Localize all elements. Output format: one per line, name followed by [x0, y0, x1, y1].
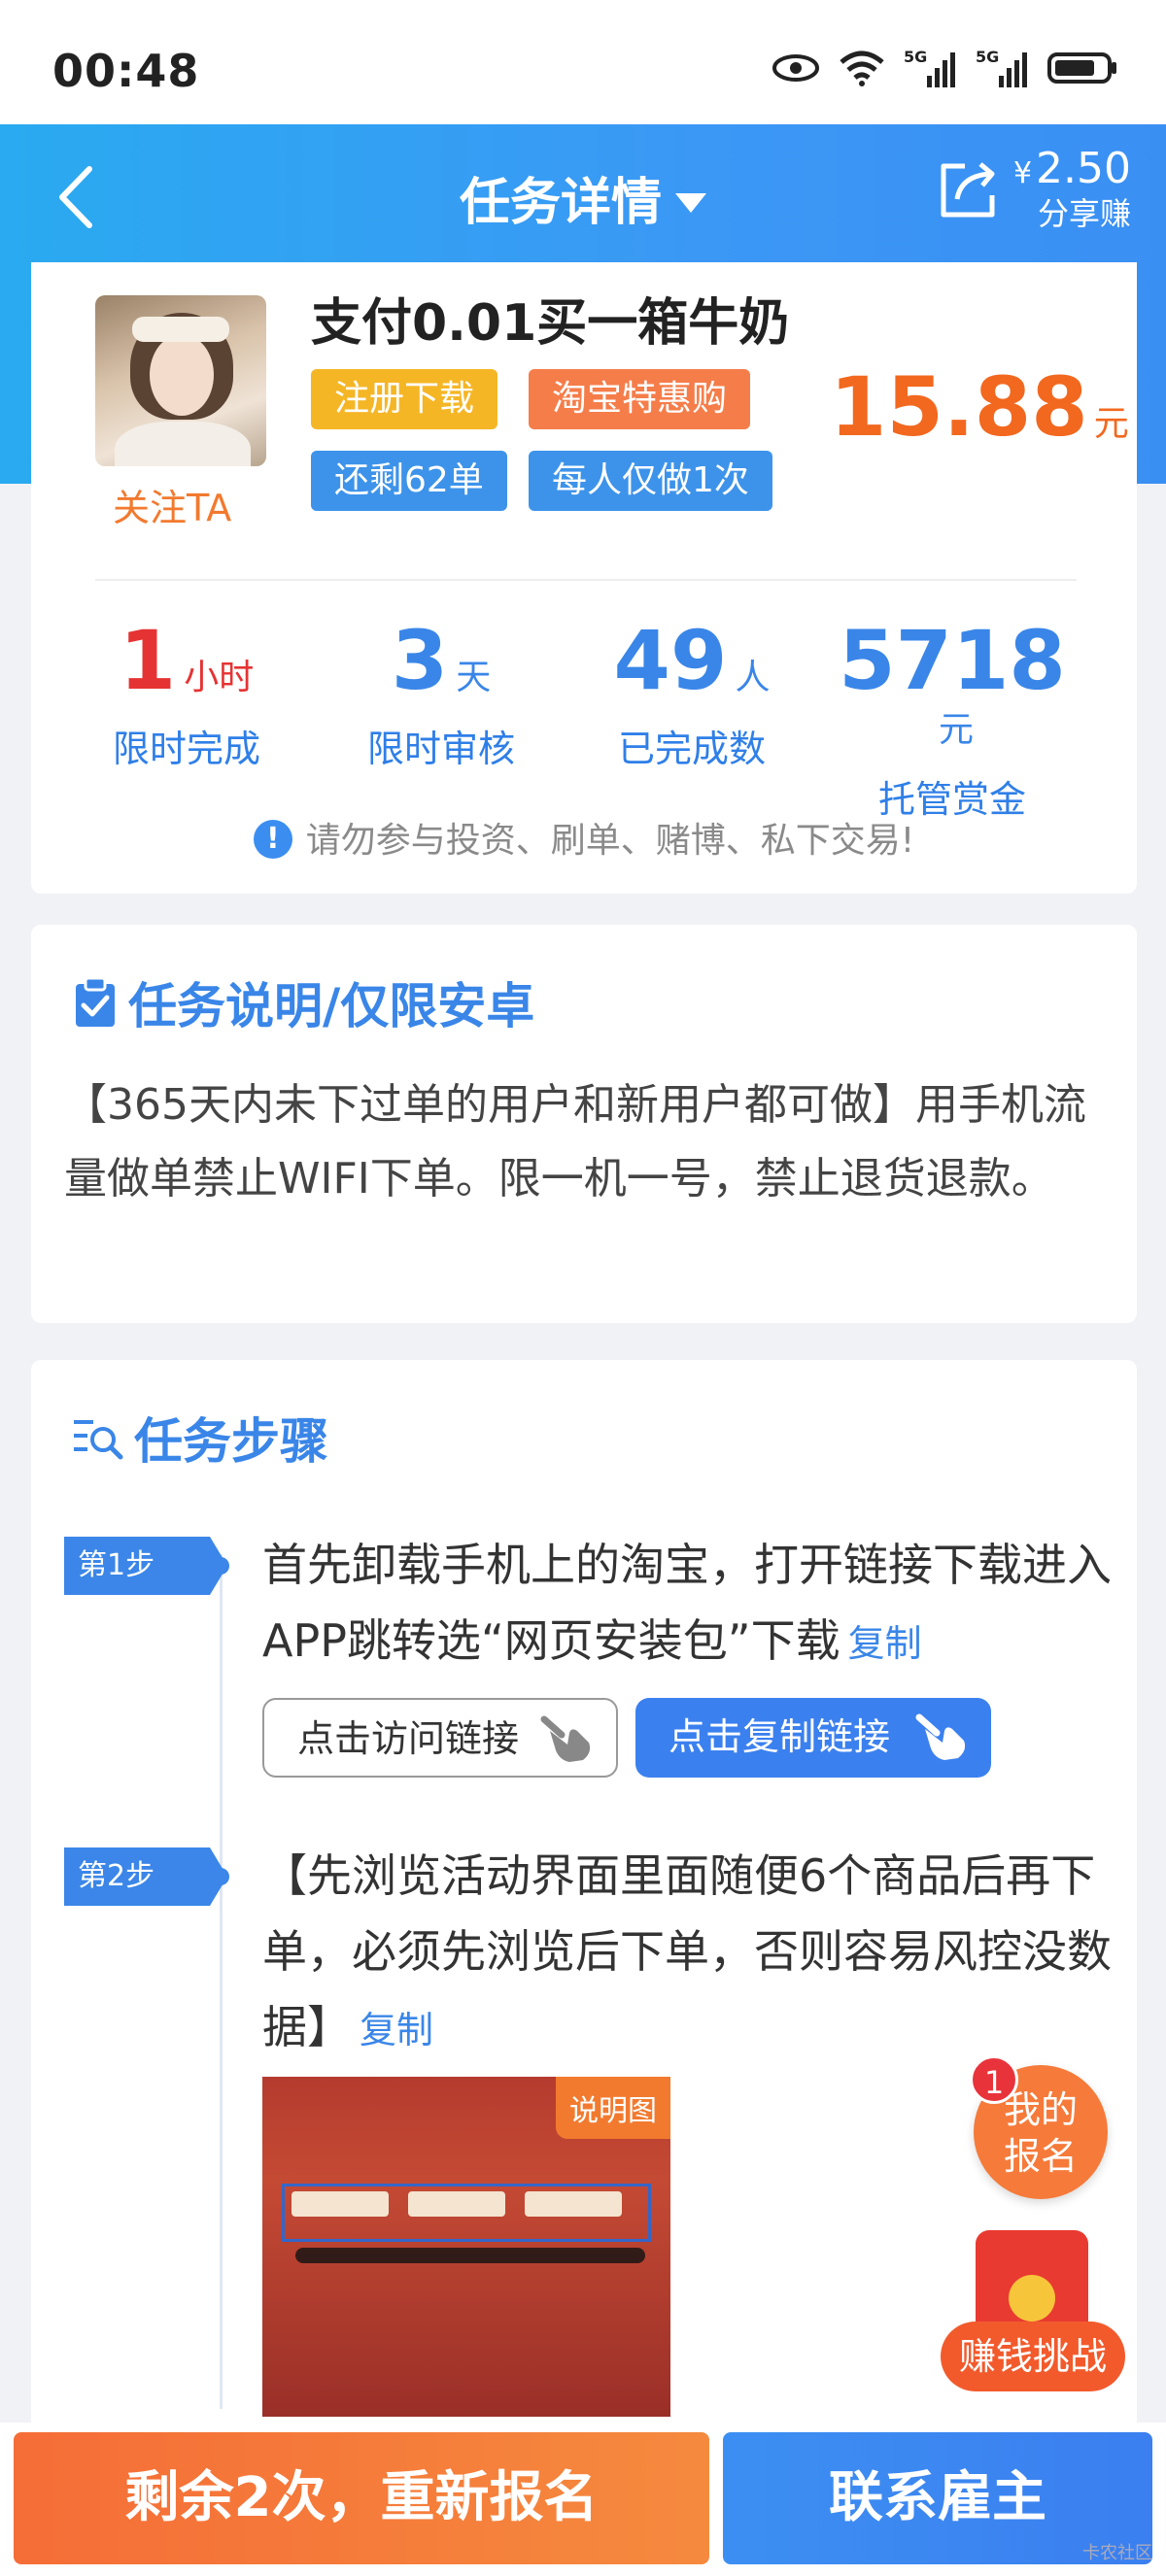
stat-completed-count: 49 人 已完成数 — [566, 620, 818, 772]
step-1-copy-link[interactable]: 复制 — [848, 1622, 922, 1665]
tag-remaining-orders: 还剩62单 — [311, 451, 507, 511]
battery-icon — [1047, 52, 1116, 84]
exclamation-icon: ! — [253, 820, 292, 859]
description-title: 任务说明/仅限安卓 — [72, 967, 534, 1037]
step-1-text-body: 首先卸载手机上的淘宝，打开链接下载进入APP跳转选“网页安装包”下载 — [262, 1539, 1112, 1667]
status-bar: 00:48 5G 5G — [0, 0, 1166, 124]
task-steps-card: 任务步骤 第1步 首先卸载手机上的淘宝，打开链接下载进入APP跳转选“网页安装包… — [31, 1360, 1137, 2428]
step-2-text: 【先浏览活动界面里面随便6个商品后再下单，必须先浏览后下单，否则容易风控没数据】… — [262, 1838, 1137, 2068]
hand-pointer-icon — [915, 1713, 966, 1760]
steps-title: 任务步骤 — [72, 1403, 328, 1473]
stat-escrow-bounty: 5718元 托管赏金 — [826, 620, 1079, 823]
stat-label: 限时审核 — [366, 728, 515, 770]
svg-text:5G: 5G — [904, 48, 927, 66]
stat-value: 5718 — [839, 613, 1066, 708]
illustration-badge: 说明图 — [556, 2077, 670, 2139]
stat-unit: 人 — [735, 658, 771, 697]
tag-taobao-deal: 淘宝特惠购 — [529, 369, 751, 429]
stat-time-limit: 1 小时 限时完成 — [60, 620, 313, 772]
step-dot — [212, 1868, 229, 1885]
task-description-card: 任务说明/仅限安卓 【365天内未下过单的用户和新用户都可做】用手机流量做单禁止… — [31, 925, 1137, 1323]
re-register-button[interactable]: 剩余2次，重新报名 — [14, 2432, 709, 2564]
copy-link-label: 点击复制链接 — [669, 1715, 891, 1758]
wifi-icon — [840, 51, 884, 86]
stat-label: 已完成数 — [617, 728, 766, 770]
page-title: 任务详情 — [459, 174, 662, 232]
hand-pointer-icon — [540, 1715, 591, 1762]
stat-review-limit: 3天 限时审核 — [315, 620, 567, 772]
chevron-down-icon — [675, 193, 706, 213]
bottom-action-bar: 剩余2次，重新报名 联系雇主 卡农社区 — [0, 2423, 1166, 2576]
illustration-cell — [525, 2191, 622, 2217]
avatar[interactable] — [95, 295, 266, 466]
stat-label: 限时完成 — [112, 728, 260, 770]
step-dot — [212, 1557, 229, 1575]
task-reward: 15.88 元 — [830, 359, 1129, 455]
signal-icon: 5G — [904, 48, 955, 87]
earn-challenge-button[interactable]: 赚钱挑战 — [941, 2322, 1125, 2391]
warning-text: 请勿参与投资、刷单、赌博、私下交易! — [305, 821, 915, 861]
share-earn-button[interactable]: ¥2.50 分享赚 — [936, 148, 1131, 229]
task-reward-unit: 元 — [1093, 404, 1129, 444]
stat-unit: 元 — [938, 710, 974, 750]
signal-icon: 5G — [976, 48, 1027, 87]
visit-link-button[interactable]: 点击访问链接 — [262, 1698, 618, 1778]
step-2-illustration[interactable]: 说明图 — [262, 2077, 670, 2417]
illustration-cell — [292, 2191, 389, 2217]
stat-unit: 小时 — [184, 658, 255, 697]
status-icons: 5G 5G — [772, 47, 1117, 89]
step-2-copy-link[interactable]: 复制 — [360, 2009, 433, 2051]
stat-value: 49 — [613, 613, 728, 708]
share-currency: ¥ — [1012, 156, 1033, 190]
illustration-note — [295, 2248, 645, 2263]
list-search-icon — [74, 1420, 123, 1460]
watermark: 卡农社区 — [1082, 2543, 1152, 2563]
steps-title-text: 任务步骤 — [134, 1413, 328, 1470]
task-summary-card: 关注TA 支付0.01买一箱牛奶 注册下载 淘宝特惠购 还剩62单 每人仅做1次… — [31, 262, 1137, 894]
share-icon — [941, 162, 995, 218]
steps-timeline — [220, 1554, 223, 2409]
svg-text:5G: 5G — [976, 48, 999, 66]
description-text: 【365天内未下过单的用户和新用户都可做】用手机流量做单禁止WIFI下单。限一机… — [64, 1080, 1086, 1203]
step-2-badge: 第2步 — [64, 1847, 227, 1906]
divider — [95, 579, 1077, 581]
step-1-text: 首先卸载手机上的淘宝，打开链接下载进入APP跳转选“网页安装包”下载 复制 — [262, 1527, 1137, 1681]
task-reward-value: 15.88 — [830, 359, 1088, 455]
illustration-cell — [408, 2191, 505, 2217]
eye-icon — [772, 54, 819, 82]
tag-once-per-person: 每人仅做1次 — [529, 451, 772, 511]
share-label: 分享赚 — [1037, 195, 1131, 232]
stat-value: 3 — [391, 613, 449, 708]
notification-badge: 1 — [970, 2055, 1018, 2104]
clipboard-check-icon — [76, 976, 115, 1027]
task-title: 支付0.01买一箱牛奶 — [311, 294, 790, 353]
warning-notice: ! 请勿参与投资、刷单、赌博、私下交易! — [31, 812, 1137, 863]
status-time: 00:48 — [52, 45, 200, 97]
follow-button[interactable]: 关注TA — [113, 478, 231, 531]
stat-value: 1 — [119, 613, 177, 708]
description-title-text: 任务说明/仅限安卓 — [128, 978, 535, 1034]
my-registration-line2: 报名 — [1003, 2135, 1078, 2178]
share-amount: 2.50 — [1036, 144, 1131, 193]
step-1-badge: 第1步 — [64, 1537, 227, 1595]
tag-register-download: 注册下载 — [311, 369, 498, 429]
copy-link-button[interactable]: 点击复制链接 — [635, 1698, 991, 1778]
visit-link-label: 点击访问链接 — [297, 1717, 520, 1760]
stat-unit: 天 — [456, 658, 492, 697]
